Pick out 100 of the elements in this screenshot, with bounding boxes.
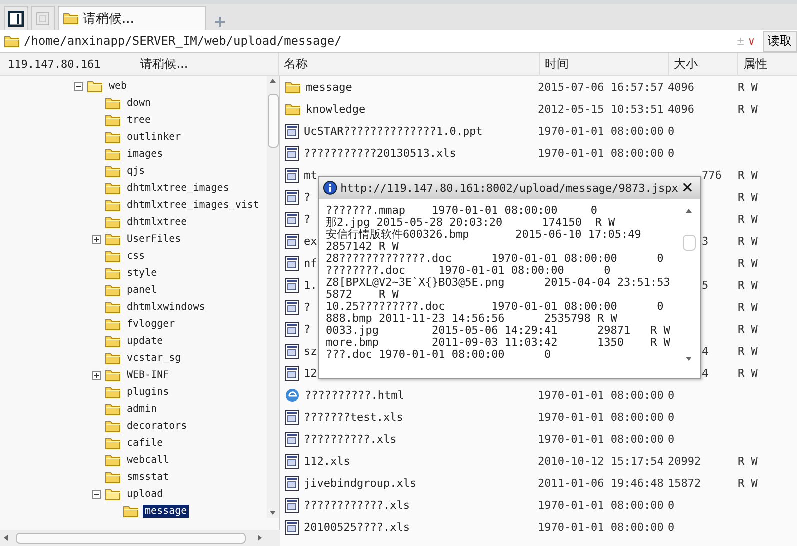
- scroll-down-icon[interactable]: [270, 511, 276, 515]
- tree-item[interactable]: fvlogger: [125, 318, 178, 331]
- close-button[interactable]: ✕: [681, 179, 694, 197]
- status-text: 请稍候...: [140, 56, 188, 72]
- text-line: 那2.jpg 2015-05-28 20:03:20 174150 R W: [326, 217, 616, 229]
- tree-item[interactable]: outlinker: [125, 131, 184, 144]
- file-name[interactable]: nf: [304, 256, 318, 270]
- folder-icon: [63, 12, 79, 25]
- file-name[interactable]: UcSTAR??????????????1.0.ppt: [304, 124, 483, 138]
- column-header[interactable]: 属性: [737, 53, 797, 75]
- text-line: 5872 R W: [326, 289, 399, 301]
- file-size: 0: [668, 146, 675, 160]
- folder-icon: [105, 114, 121, 127]
- tree-item[interactable]: plugins: [125, 386, 172, 399]
- expand-toggle[interactable]: [74, 82, 83, 91]
- tree-item[interactable]: qjs: [125, 165, 148, 178]
- file-time: 2011-01-06 19:46:48: [538, 476, 664, 490]
- tree-item[interactable]: vcstar_sg: [125, 352, 184, 365]
- tree-item[interactable]: down: [125, 97, 154, 110]
- document-icon: [285, 278, 299, 292]
- tree-item[interactable]: style: [125, 267, 160, 280]
- file-name[interactable]: ex: [304, 234, 318, 248]
- expand-toggle[interactable]: [92, 490, 101, 499]
- file-time: 2010-10-12 15:17:54: [538, 454, 664, 468]
- text-line: 安信行情版软件600326.bmp 2015-06-10 17:05:49: [326, 229, 642, 241]
- text-line: Z8[BPXL@V2~3E`X{}BO3@5E.png 2015-04-04 23:51:53: [326, 277, 672, 289]
- file-attributes: R W: [738, 234, 758, 248]
- tree-item[interactable]: tree: [125, 114, 154, 127]
- file-name[interactable]: ????????????.xls: [304, 498, 410, 512]
- tree-item[interactable]: dhtmlxtree: [125, 216, 190, 229]
- vertical-scrollbar[interactable]: [267, 76, 279, 518]
- tree-item[interactable]: upload: [125, 488, 166, 501]
- file-name[interactable]: jivebindgroup.xls: [304, 476, 417, 490]
- scroll-thumb[interactable]: [268, 94, 279, 148]
- tree-item[interactable]: images: [125, 148, 166, 161]
- expand-toggle[interactable]: [92, 235, 101, 244]
- tab[interactable]: [4, 6, 28, 30]
- file-name[interactable]: 112.xls: [304, 454, 350, 468]
- tree-item[interactable]: WEB-INF: [125, 369, 172, 382]
- file-name[interactable]: ???????????20130513.xls: [304, 146, 456, 160]
- file-name[interactable]: ??????????.xls: [304, 432, 397, 446]
- file-name[interactable]: ???????test.xls: [304, 410, 404, 424]
- tree-item[interactable]: message: [143, 505, 190, 518]
- file-name[interactable]: ?: [304, 300, 311, 314]
- file-attributes: R W: [738, 212, 758, 226]
- tree-item[interactable]: panel: [125, 284, 160, 297]
- file-name[interactable]: message: [306, 80, 352, 94]
- file-name[interactable]: ?: [304, 190, 311, 204]
- text-line: 10.25?????????.doc 1970-01-01 08:00:00 0: [326, 301, 665, 313]
- folder-icon: [105, 454, 121, 467]
- scroll-thumb[interactable]: [683, 235, 696, 251]
- document-icon: [285, 410, 299, 424]
- file-name[interactable]: sz: [304, 344, 318, 358]
- dropdown-caret[interactable]: ∨: [748, 34, 755, 48]
- scroll-down-icon[interactable]: [686, 357, 692, 361]
- folder-icon: [105, 216, 121, 229]
- file-name[interactable]: mt: [304, 168, 318, 182]
- file-name[interactable]: knowledge: [306, 102, 366, 116]
- file-time: 1970-01-01 08:00:00: [538, 388, 664, 402]
- tree-item[interactable]: decorators: [125, 420, 190, 433]
- column-header[interactable]: 名称: [278, 53, 539, 75]
- scroll-left-icon[interactable]: [4, 535, 8, 541]
- file-name[interactable]: 1.: [304, 278, 318, 292]
- file-name[interactable]: 12: [304, 366, 318, 380]
- expand-toggle[interactable]: [92, 371, 101, 380]
- file-name[interactable]: ?: [304, 212, 311, 226]
- document-icon: [285, 212, 299, 226]
- file-name[interactable]: 20100525????.xls: [304, 520, 410, 534]
- tree-item[interactable]: css: [125, 250, 148, 263]
- folder-icon: [105, 267, 121, 280]
- tree-item[interactable]: dhtmlxwindows: [125, 301, 208, 314]
- horizontal-scrollbar[interactable]: [0, 530, 280, 546]
- scroll-thumb[interactable]: [16, 533, 246, 544]
- file-size: 4096: [668, 102, 694, 116]
- tree-item[interactable]: web: [107, 80, 130, 93]
- scroll-up-icon[interactable]: [686, 209, 692, 213]
- tree-item[interactable]: dhtmlxtree_images: [125, 182, 232, 195]
- scroll-up-icon[interactable]: [270, 79, 276, 83]
- column-header[interactable]: 大小: [668, 53, 738, 75]
- column-header[interactable]: 时间: [538, 53, 668, 75]
- tree-item[interactable]: update: [125, 335, 166, 348]
- tree-item[interactable]: cafile: [125, 437, 166, 450]
- path-field[interactable]: /home/anxinapp/SERVER_IM/web/upload/message/: [24, 34, 734, 48]
- file-name[interactable]: ??????????.html: [305, 388, 404, 402]
- document-icon: [285, 234, 299, 248]
- file-name[interactable]: ?: [304, 322, 311, 336]
- tab[interactable]: 请稍候...: [58, 6, 206, 30]
- read-button[interactable]: 读取: [763, 30, 797, 52]
- scroll-right-icon[interactable]: [258, 535, 262, 541]
- document-icon: [285, 256, 299, 270]
- file-size: 776: [702, 168, 722, 182]
- file-attributes: R W: [738, 190, 758, 204]
- info-icon: [323, 180, 338, 196]
- folder-icon: [105, 301, 121, 314]
- tree-item[interactable]: admin: [125, 403, 160, 416]
- tree-item[interactable]: smsstat: [125, 471, 172, 484]
- tree-item[interactable]: webcall: [125, 454, 172, 467]
- panel-icon: [8, 10, 24, 26]
- tree-item[interactable]: dhtmlxtree_images_vist: [125, 199, 262, 212]
- tree-item[interactable]: UserFiles: [125, 233, 184, 246]
